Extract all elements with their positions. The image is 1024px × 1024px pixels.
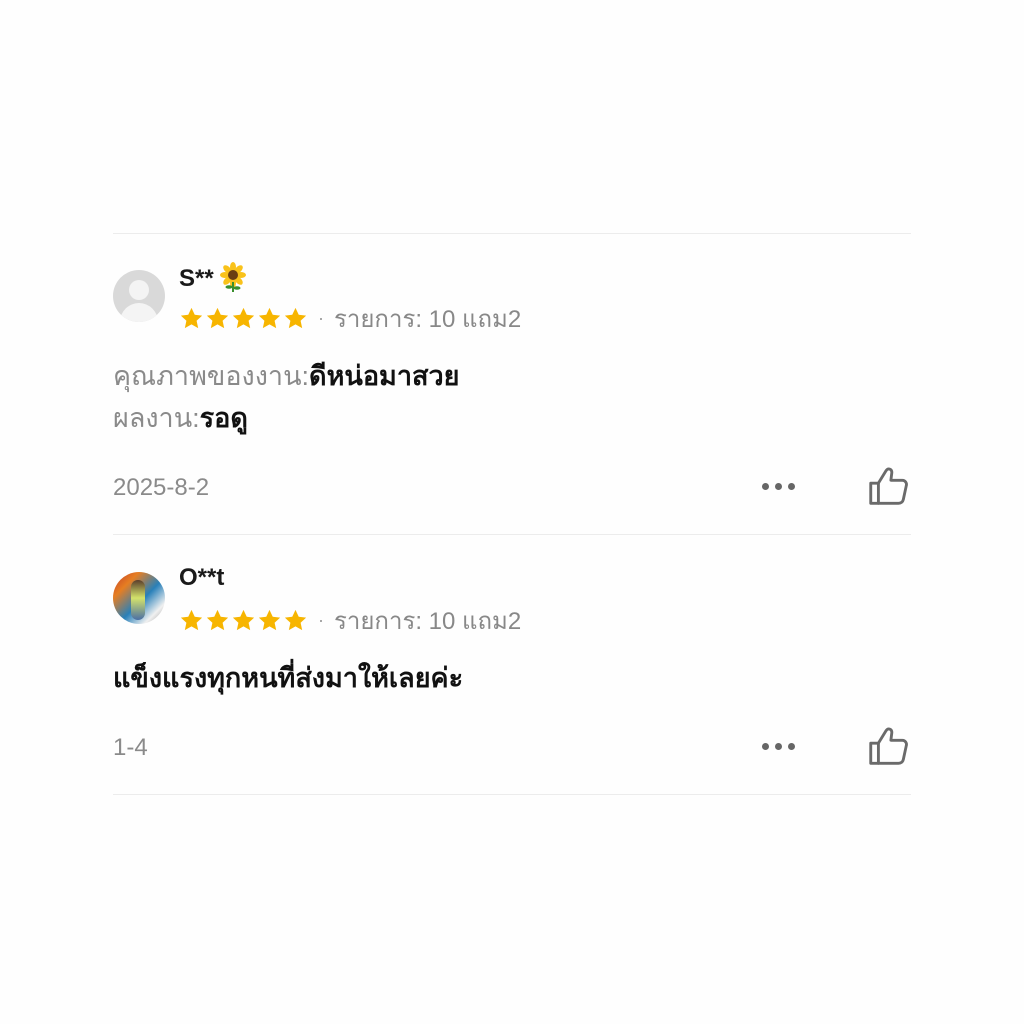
thumbs-up-icon — [869, 467, 908, 505]
star-icon — [284, 609, 307, 630]
like-button[interactable] — [865, 463, 911, 509]
review-content-line: คุณภาพของงาน:ดีหน่อมาสวย — [113, 354, 459, 397]
separator-dot: · — [318, 307, 324, 328]
more-options-button[interactable] — [753, 471, 803, 501]
content-value: รอดู — [199, 403, 248, 433]
star-rating — [179, 608, 308, 633]
avatar[interactable] — [113, 270, 165, 322]
sunflower-icon — [218, 262, 248, 292]
review-date: 2025-8-2 — [113, 474, 210, 501]
content-label: ผลงาน: — [113, 403, 200, 433]
star-icon — [258, 609, 281, 630]
more-options-button[interactable] — [753, 731, 803, 761]
review-divider — [113, 534, 911, 535]
star-icon — [284, 307, 307, 328]
reviewer-name: S** — [179, 262, 248, 293]
top-divider — [113, 233, 911, 234]
variant-text: รายการ: 10 แถม2 — [334, 607, 522, 635]
bottom-divider — [113, 794, 911, 795]
separator-dot: · — [318, 609, 324, 630]
like-button[interactable] — [865, 723, 911, 769]
star-icon — [180, 307, 203, 328]
reviewer-name-text: O**t — [179, 564, 225, 591]
variant-text: รายการ: 10 แถม2 — [334, 305, 522, 333]
rating-row: · รายการ: 10 แถม2 — [179, 305, 521, 333]
star-rating — [179, 306, 308, 331]
star-icon — [232, 609, 255, 630]
review-item: S** · รายการ: 10 แถม2 คุณภาพของงาน:ดีหน่… — [113, 258, 911, 528]
star-icon — [258, 307, 281, 328]
star-icon — [206, 307, 229, 328]
review-date: 1-4 — [113, 734, 148, 761]
content-label: คุณภาพของงาน: — [113, 361, 310, 391]
review-content-line: ผลงาน:รอดู — [113, 396, 248, 439]
review-item: O**t · รายการ: 10 แถม2 แข็งแรงทุกหนที่ส่… — [113, 560, 911, 790]
rating-row: · รายการ: 10 แถม2 — [179, 607, 521, 635]
avatar[interactable] — [113, 572, 165, 624]
star-icon — [232, 307, 255, 328]
reviewer-name-text: S** — [179, 265, 214, 292]
content-value: ดีหน่อมาสวย — [309, 361, 460, 391]
reviews-page: S** · รายการ: 10 แถม2 คุณภาพของงาน:ดีหน่… — [0, 0, 1024, 1024]
star-icon — [180, 609, 203, 630]
thumbs-up-icon — [869, 727, 908, 765]
review-content: แข็งแรงทุกหนที่ส่งมาให้เลยค่ะ — [113, 663, 464, 693]
reviewer-name: O**t — [179, 564, 224, 592]
star-icon — [206, 609, 229, 630]
